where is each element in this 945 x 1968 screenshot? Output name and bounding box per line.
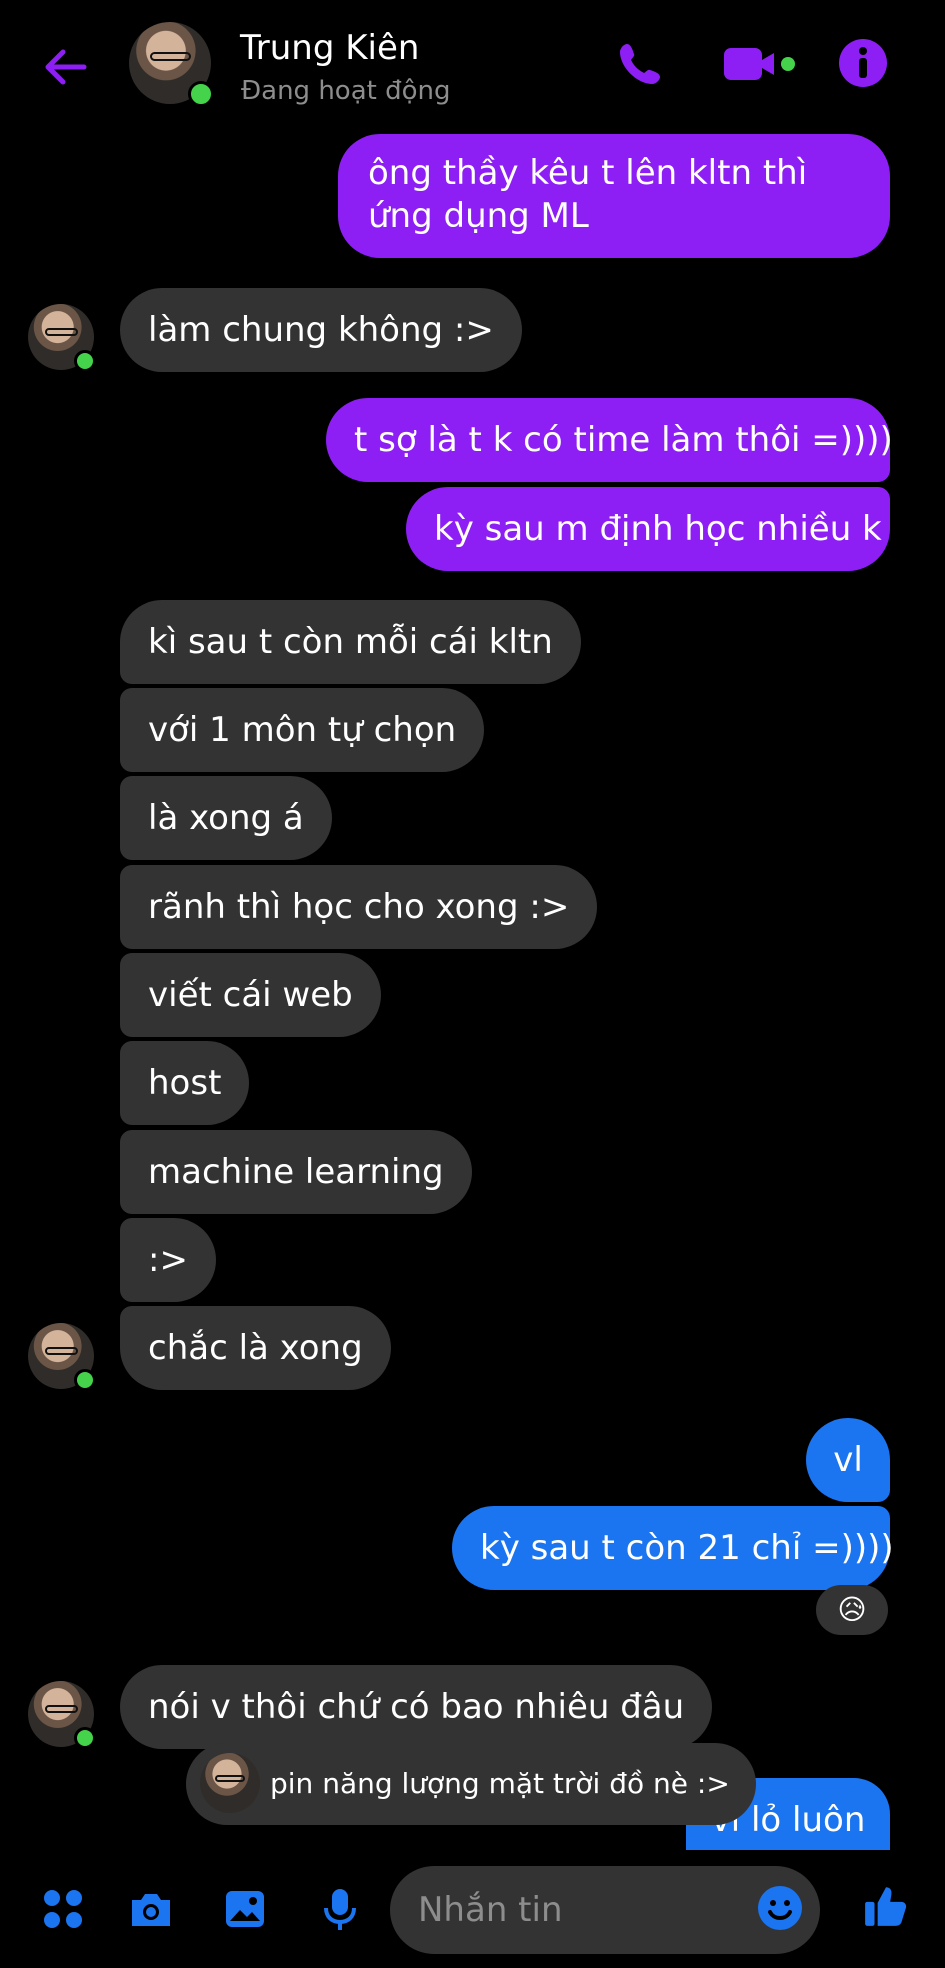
popup-avatar [200, 1753, 260, 1813]
contact-avatar-small[interactable] [28, 1323, 96, 1391]
incoming-message[interactable]: kì sau t còn mỗi cái kltn [120, 600, 581, 684]
microphone-icon[interactable] [317, 1886, 363, 1932]
chat-header: Trung Kiên Đang hoạt động [0, 0, 945, 130]
image-icon[interactable] [222, 1886, 268, 1932]
video-camera-icon[interactable] [724, 44, 796, 84]
avatar-glasses [149, 51, 191, 62]
sad-reaction-badge[interactable]: 😥 [816, 1585, 888, 1635]
apps-icon[interactable] [40, 1886, 86, 1932]
emoji-icon[interactable] [756, 1884, 804, 1932]
incoming-message[interactable]: :> [120, 1218, 216, 1302]
message-preview-popup[interactable]: pin năng lượng mặt trời đồ nè :> [186, 1743, 756, 1825]
online-status-dot [74, 1369, 96, 1391]
incoming-message[interactable]: làm chung không :> [120, 288, 522, 372]
incoming-message[interactable]: machine learning [120, 1130, 472, 1214]
contact-avatar[interactable] [129, 22, 214, 107]
outgoing-message[interactable]: t sợ là t k có time làm thôi =)))) [326, 398, 893, 482]
camera-icon[interactable] [128, 1886, 174, 1932]
online-status-dot [74, 1727, 96, 1749]
incoming-message[interactable]: là xong á [120, 776, 332, 860]
back-arrow-icon[interactable] [38, 40, 92, 94]
online-status-dot [74, 350, 96, 372]
contact-avatar-small[interactable] [28, 1681, 96, 1749]
incoming-message[interactable]: với 1 môn tự chọn [120, 688, 485, 772]
online-status-dot [188, 81, 214, 107]
avatar-glasses [44, 1704, 78, 1713]
outgoing-message[interactable]: kỳ sau m định học nhiều k [406, 487, 890, 571]
incoming-message[interactable]: chắc là xong [120, 1306, 391, 1390]
contact-avatar-small[interactable] [28, 304, 96, 372]
info-icon[interactable] [838, 38, 888, 88]
incoming-message[interactable]: nói v thôi chứ có bao nhiêu đâu [120, 1665, 713, 1749]
avatar-glasses [44, 1346, 78, 1355]
contact-status: Đang hoạt động [241, 76, 451, 106]
avatar-glasses [44, 327, 78, 336]
message-composer: Nhắn tin [0, 1850, 945, 1968]
popup-message-text: pin năng lượng mặt trời đồ nè :> [270, 1767, 730, 1800]
contact-name[interactable]: Trung Kiên [240, 28, 419, 68]
incoming-message[interactable]: rãnh thì học cho xong :> [120, 865, 598, 949]
outgoing-message[interactable]: vl [806, 1418, 890, 1502]
incoming-message[interactable]: host [120, 1041, 250, 1125]
phone-icon[interactable] [616, 38, 666, 88]
outgoing-message[interactable]: kỳ sau t còn 21 chỉ =)))) [452, 1506, 894, 1590]
incoming-message[interactable]: viết cái web [120, 953, 381, 1037]
outgoing-message[interactable]: ông thầy kêu t lên kltn thì ứng dụng ML [338, 134, 890, 258]
like-icon[interactable] [862, 1882, 910, 1930]
avatar-glasses [215, 1774, 245, 1782]
